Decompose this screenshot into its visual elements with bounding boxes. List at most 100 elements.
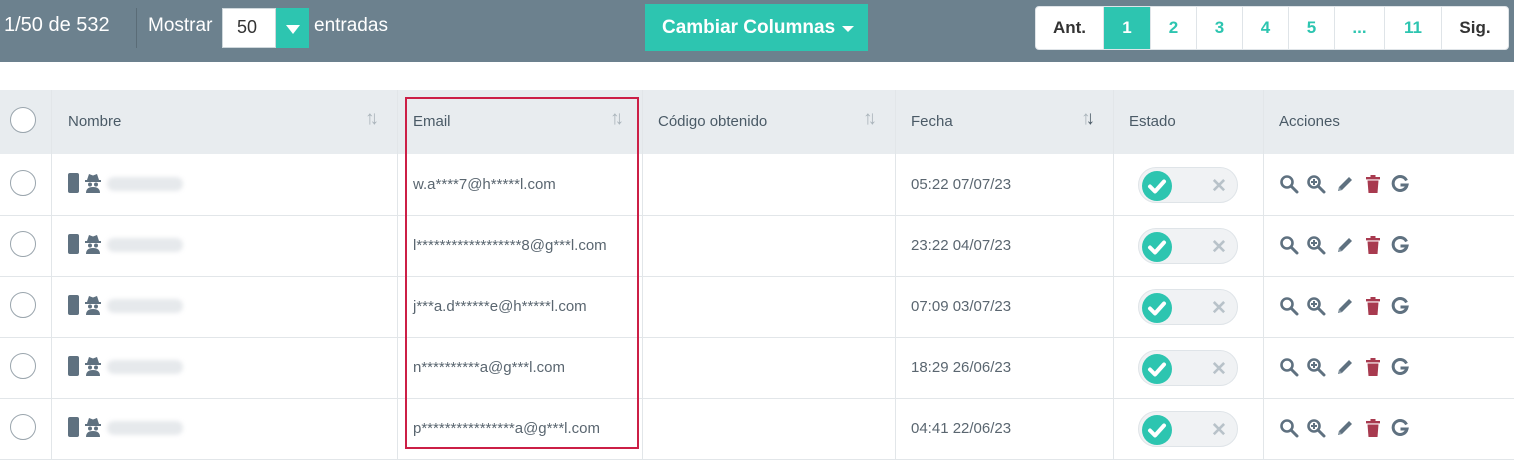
column-header-email[interactable]: Email (413, 90, 451, 154)
zoom-in-icon[interactable] (1306, 174, 1326, 194)
check-icon (1142, 171, 1172, 201)
pagination-page-1[interactable]: 1 (1104, 7, 1151, 49)
table-row: j***a.d******e@h*****l.com 07:09 03/07/23… (0, 277, 1514, 338)
page-size-dropdown-button[interactable] (276, 8, 309, 48)
user-secret-icon (84, 417, 102, 437)
sort-desc-icon[interactable]: ↑↓ (1081, 108, 1095, 130)
check-icon (1142, 232, 1172, 262)
user-secret-icon (84, 295, 102, 315)
date-cell: 04:41 22/06/23 (911, 420, 1012, 437)
close-icon: ✕ (1211, 420, 1227, 441)
column-header-actions: Acciones (1279, 113, 1340, 130)
entries-label: entradas (314, 15, 388, 36)
email-cell: w.a****7@h*****l.com (413, 176, 556, 193)
mobile-phone-icon (68, 173, 79, 193)
pencil-icon[interactable] (1335, 418, 1355, 438)
redacted-name (107, 360, 183, 374)
pencil-icon[interactable] (1335, 296, 1355, 316)
google-icon[interactable] (1390, 235, 1410, 255)
select-all-checkbox[interactable] (10, 107, 36, 133)
page-size-select[interactable]: 50 (222, 8, 276, 48)
google-icon[interactable] (1390, 357, 1410, 377)
pagination-page-11[interactable]: 11 (1385, 7, 1442, 49)
check-icon (1142, 293, 1172, 323)
mobile-phone-icon (68, 417, 79, 437)
pencil-icon[interactable] (1335, 174, 1355, 194)
email-cell: p****************a@g***l.com (413, 420, 601, 437)
status-toggle[interactable]: ✕ (1138, 289, 1238, 325)
zoom-in-icon[interactable] (1306, 357, 1326, 377)
pagination-page-3[interactable]: 3 (1197, 7, 1243, 49)
search-icon[interactable] (1279, 357, 1299, 377)
search-icon[interactable] (1279, 418, 1299, 438)
check-icon (1142, 354, 1172, 384)
user-secret-icon (84, 234, 102, 254)
zoom-in-icon[interactable] (1306, 296, 1326, 316)
sort-icon[interactable]: ↑↓ (863, 108, 877, 130)
column-header-name[interactable]: Nombre (68, 90, 121, 154)
table-row: l******************8@g***l.com 23:22 04/0… (0, 216, 1514, 277)
mobile-phone-icon (68, 295, 79, 315)
search-icon[interactable] (1279, 235, 1299, 255)
column-header-code[interactable]: Código obtenido (658, 90, 767, 154)
status-toggle[interactable]: ✕ (1138, 228, 1238, 264)
table-row: n**********a@g***l.com 18:29 26/06/23 ✕ (0, 338, 1514, 399)
status-toggle[interactable]: ✕ (1138, 350, 1238, 386)
row-select-checkbox[interactable] (10, 292, 36, 318)
google-icon[interactable] (1390, 418, 1410, 438)
close-icon: ✕ (1211, 176, 1227, 197)
redacted-name (107, 421, 183, 435)
table-header: Nombre ↑↓ Email ↑↓ Código obtenido ↑↓ Fe… (0, 90, 1514, 154)
row-select-checkbox[interactable] (10, 231, 36, 257)
mobile-phone-icon (68, 356, 79, 376)
date-cell: 07:09 03/07/23 (911, 298, 1012, 315)
pagination-page-5[interactable]: 5 (1289, 7, 1335, 49)
trash-icon[interactable] (1363, 174, 1383, 194)
google-icon[interactable] (1390, 174, 1410, 194)
pagination-page-2[interactable]: 2 (1151, 7, 1197, 49)
column-header-status: Estado (1129, 113, 1176, 130)
date-cell: 05:22 07/07/23 (911, 176, 1012, 193)
pagination-ellipsis[interactable]: ... (1335, 7, 1385, 49)
caret-down-icon (286, 25, 300, 34)
email-cell: n**********a@g***l.com (413, 359, 565, 376)
sort-icon[interactable]: ↑↓ (610, 108, 624, 130)
caret-down-icon (842, 26, 854, 32)
pagination-next[interactable]: Sig. (1442, 7, 1508, 49)
toolbar-divider (136, 8, 137, 48)
table-row: w.a****7@h*****l.com 05:22 07/07/23 ✕ (0, 155, 1514, 216)
mobile-phone-icon (68, 234, 79, 254)
pagination: Ant. 1 2 3 4 5 ... 11 Sig. (1035, 6, 1509, 50)
trash-icon[interactable] (1363, 357, 1383, 377)
trash-icon[interactable] (1363, 296, 1383, 316)
column-header-date[interactable]: Fecha (911, 90, 953, 154)
pencil-icon[interactable] (1335, 357, 1355, 377)
zoom-in-icon[interactable] (1306, 235, 1326, 255)
toolbar: 1/50 de 532 Mostrar 50 entradas Cambiar … (0, 0, 1514, 62)
user-secret-icon (84, 173, 102, 193)
row-select-checkbox[interactable] (10, 170, 36, 196)
google-icon[interactable] (1390, 296, 1410, 316)
check-icon (1142, 415, 1172, 445)
pencil-icon[interactable] (1335, 235, 1355, 255)
row-select-checkbox[interactable] (10, 353, 36, 379)
redacted-name (107, 238, 183, 252)
trash-icon[interactable] (1363, 235, 1383, 255)
status-toggle[interactable]: ✕ (1138, 167, 1238, 203)
trash-icon[interactable] (1363, 418, 1383, 438)
table-row: p****************a@g***l.com 04:41 22/06/… (0, 399, 1514, 460)
pagination-prev[interactable]: Ant. (1036, 7, 1104, 49)
zoom-in-icon[interactable] (1306, 418, 1326, 438)
status-toggle[interactable]: ✕ (1138, 411, 1238, 447)
show-label: Mostrar (148, 15, 213, 36)
date-cell: 23:22 04/07/23 (911, 237, 1012, 254)
date-cell: 18:29 26/06/23 (911, 359, 1012, 376)
redacted-name (107, 299, 183, 313)
row-select-checkbox[interactable] (10, 414, 36, 440)
sort-icon[interactable]: ↑↓ (365, 108, 379, 130)
change-columns-label: Cambiar Columnas (662, 17, 836, 38)
search-icon[interactable] (1279, 296, 1299, 316)
pagination-page-4[interactable]: 4 (1243, 7, 1289, 49)
search-icon[interactable] (1279, 174, 1299, 194)
change-columns-button[interactable]: Cambiar Columnas (645, 4, 868, 51)
